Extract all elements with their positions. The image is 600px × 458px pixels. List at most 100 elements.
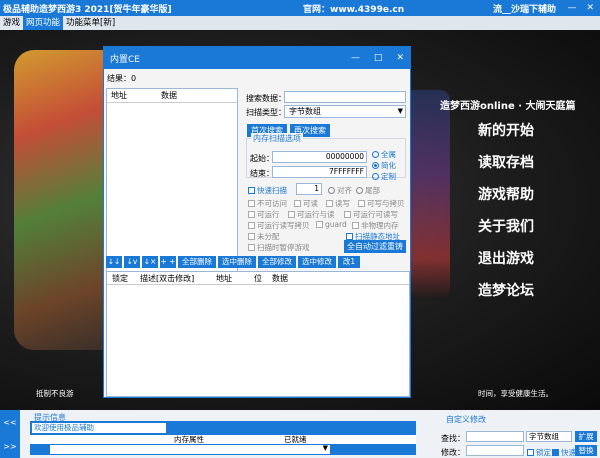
radio-custom[interactable]: 定制 — [372, 171, 396, 182]
opt-read[interactable]: 可读 — [294, 198, 318, 209]
delete-all-button[interactable]: 全部删除 — [178, 256, 216, 268]
auto-filter-button[interactable]: 全自动过滤重铸 — [344, 240, 406, 253]
bottom-panel: << >> 提示信息 欢迎使用极品辅助 内存属性 已就绪 ▼ 自定义修改 查找：… — [0, 410, 600, 458]
lock-checkbox[interactable]: 锁定 — [527, 447, 551, 458]
radio-simple-label: 简化 — [381, 161, 396, 170]
scan-type-value: 字节数组 — [289, 107, 321, 116]
minimize-icon[interactable]: — — [567, 3, 576, 13]
opt-exec-read-write[interactable]: 可运行可读写 — [344, 209, 398, 220]
align-label: 对齐 — [337, 186, 352, 195]
end-address-input[interactable]: 7FFFFFFF — [272, 166, 367, 178]
move-down-button[interactable]: ↓v — [124, 256, 140, 268]
start-label: 起始： — [250, 154, 274, 163]
modify-one-button[interactable]: 改1 — [338, 256, 360, 268]
ce-titlebar[interactable]: 内置CE — □ ✕ — [104, 47, 410, 69]
radio-tail[interactable]: 尾部 — [356, 185, 380, 196]
menu-item-game[interactable]: 游戏 — [0, 16, 23, 30]
radio-all[interactable]: 全属 — [372, 149, 396, 160]
fast-checkbox[interactable]: 快速 — [552, 447, 576, 458]
expand-button[interactable]: 扩展 — [575, 431, 597, 442]
status-spacer — [30, 435, 170, 444]
column-data[interactable]: 数据 — [267, 273, 288, 284]
move-down-all-button[interactable]: ↓↓ — [106, 256, 122, 268]
opt-exec-read[interactable]: 可运行与读 — [288, 209, 335, 220]
modify-input[interactable] — [466, 445, 524, 456]
ce-title: 内置CE — [110, 54, 140, 65]
opt-exec-rw-copy[interactable]: 可运行读写拷贝 — [248, 220, 310, 231]
modify-selected-button[interactable]: 选中修改 — [298, 256, 336, 268]
opt-guard[interactable]: guard — [316, 220, 347, 229]
opt-unallocated[interactable]: 未分配 — [248, 231, 280, 242]
game-main-menu: 新的开始 读取存档 游戏帮助 关于我们 退出游戏 造梦论坛 — [478, 120, 534, 302]
checkbox-icon — [527, 449, 534, 456]
tip-select[interactable]: ▼ — [50, 444, 330, 454]
memory-scan-options-title: 内存扫描选项 — [251, 133, 303, 144]
search-data-input[interactable] — [284, 91, 406, 103]
opt-write-copy[interactable]: 可写与拷贝 — [358, 198, 405, 209]
column-address[interactable]: 地址 — [107, 90, 157, 101]
scan-type-select[interactable]: 字节数组 ▼ — [284, 105, 406, 118]
replace-button[interactable]: 替换 — [575, 445, 597, 456]
health-notice-right: 时间，享受健康生活。 — [478, 389, 553, 398]
close-icon[interactable]: ✕ — [396, 53, 404, 63]
game-menu-about[interactable]: 关于我们 — [478, 216, 534, 238]
opt-non-physical[interactable]: 非物理内存 — [352, 220, 399, 231]
game-menu-exit[interactable]: 退出游戏 — [478, 248, 534, 270]
radio-icon — [356, 187, 363, 194]
modify-label: 修改： — [441, 448, 465, 457]
radio-align[interactable]: 对齐 — [328, 185, 352, 196]
game-menu-forum[interactable]: 造梦论坛 — [478, 280, 534, 302]
column-lock[interactable]: 锁定 — [107, 273, 135, 284]
add-button[interactable]: + + — [160, 256, 176, 268]
official-site: 官网：www.4399e.cn — [303, 4, 405, 15]
menu-item-functions[interactable]: 功能菜单[新] — [63, 16, 118, 30]
game-menu-load[interactable]: 读取存档 — [478, 152, 534, 174]
radio-selected-icon — [372, 162, 379, 169]
close-icon[interactable]: ✕ — [586, 3, 594, 13]
column-description[interactable]: 描述[双击修改] — [135, 273, 211, 284]
nav-down-button[interactable]: >> — [3, 442, 16, 451]
checkbox-checked-icon — [552, 449, 559, 456]
result-count: 结果：0 — [107, 74, 137, 83]
search-data-label: 搜索数据： — [246, 94, 286, 103]
ce-dialog: 内置CE — □ ✕ 结果：0 地址 数据 搜索数据： 扫描类型： 字节数组 ▼… — [103, 46, 411, 398]
maximize-icon[interactable]: □ — [374, 53, 383, 63]
game-menu-new[interactable]: 新的开始 — [478, 120, 534, 142]
address-list[interactable]: 锁定 描述[双击修改] 地址 位 数据 — [106, 271, 410, 397]
column-address[interactable]: 地址 — [211, 273, 249, 284]
checkbox-icon — [248, 187, 255, 194]
find-label: 查找： — [441, 434, 465, 443]
opt-no-access[interactable]: 不可访问 — [248, 198, 287, 209]
start-address-input[interactable]: 00000000 — [272, 151, 367, 163]
chevron-down-icon: ▼ — [322, 444, 328, 452]
pause-game-checkbox[interactable]: 扫描时暂停游戏 — [248, 242, 310, 253]
memory-attr-label: 内存属性 — [174, 435, 204, 444]
menu-item-web[interactable]: 网页功能 — [23, 16, 64, 30]
opt-exec[interactable]: 可运行 — [248, 209, 280, 220]
game-menu-help[interactable]: 游戏帮助 — [478, 184, 534, 206]
remove-button[interactable]: ↓× — [142, 256, 158, 268]
fast-scan-checkbox[interactable]: 快速扫描 — [248, 185, 287, 196]
slogan: 流__沙瑞下辅助 — [493, 4, 557, 15]
minimize-icon[interactable]: — — [351, 53, 360, 63]
modify-all-button[interactable]: 全部修改 — [258, 256, 296, 268]
fast-scan-label: 快速扫描 — [257, 186, 287, 195]
window-titlebar: 极品辅助造梦西游3 2021[贺牛年豪华版] 官网：www.4399e.cn 流… — [0, 0, 600, 16]
column-data[interactable]: 数据 — [157, 90, 177, 101]
radio-icon — [372, 173, 379, 180]
find-input[interactable] — [466, 431, 524, 442]
chevron-down-icon: ▼ — [397, 107, 403, 115]
health-notice-left: 抵制不良游 — [36, 389, 74, 398]
scan-type-label: 扫描类型： — [246, 108, 286, 117]
menu-bar: 游戏 网页功能 功能菜单[新] — [0, 16, 600, 30]
delete-selected-button[interactable]: 选中删除 — [218, 256, 256, 268]
tail-label: 尾部 — [365, 186, 380, 195]
game-title: 造梦西游online · 大闹天庭篇 — [440, 101, 576, 112]
welcome-message: 欢迎使用极品辅助 — [32, 423, 166, 433]
value-type-select[interactable]: 字节数组 — [526, 431, 572, 442]
fast-scan-value-input[interactable]: 1 — [296, 183, 322, 195]
opt-read-write[interactable]: 读写 — [326, 198, 350, 209]
radio-simple[interactable]: 简化 — [372, 160, 396, 171]
nav-up-button[interactable]: << — [3, 418, 16, 427]
column-bits[interactable]: 位 — [249, 273, 267, 284]
